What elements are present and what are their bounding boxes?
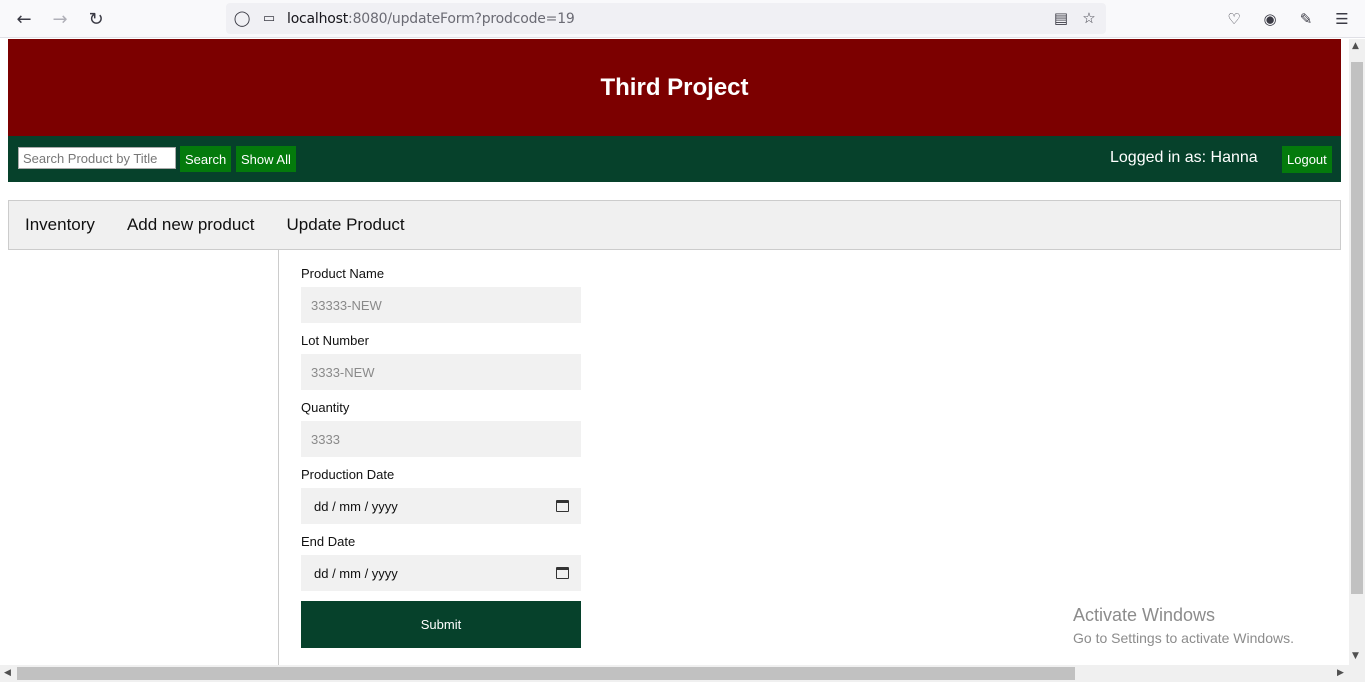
end-date-value: dd / mm / yyyy: [314, 565, 398, 581]
end-date-input[interactable]: dd / mm / yyyy: [301, 555, 581, 591]
back-icon[interactable]: ←: [13, 8, 35, 30]
horizontal-scroll-thumb[interactable]: [17, 667, 1075, 680]
calendar-icon[interactable]: [556, 500, 569, 512]
sidebar: [8, 250, 279, 665]
extensions-icon[interactable]: ✎: [1296, 9, 1316, 29]
end-date-label: End Date: [301, 534, 356, 549]
menu-item-add-product[interactable]: Add new product: [127, 215, 255, 235]
reload-icon[interactable]: ↻: [85, 8, 107, 30]
show-all-button[interactable]: Show All: [236, 146, 296, 172]
url-text[interactable]: localhost:8080/updateForm?prodcode=19: [287, 11, 575, 27]
windows-activation-watermark: Activate Windows Go to Settings to activ…: [1073, 605, 1294, 646]
lot-number-input[interactable]: 3333-NEW: [301, 354, 581, 390]
pocket-icon[interactable]: ♡: [1224, 9, 1244, 29]
product-name-label: Product Name: [301, 266, 385, 281]
menu-item-inventory[interactable]: Inventory: [25, 215, 95, 235]
search-bar: Search Show All Logged in as: Hanna Logo…: [8, 136, 1341, 182]
scroll-left-icon[interactable]: ◀: [4, 668, 11, 678]
production-date-value: dd / mm / yyyy: [314, 498, 398, 514]
logout-button[interactable]: Logout: [1282, 146, 1332, 173]
watermark-title: Activate Windows: [1073, 605, 1216, 625]
menu-icon[interactable]: ☰: [1332, 9, 1352, 29]
scroll-right-icon[interactable]: ▶: [1337, 668, 1344, 678]
calendar-icon[interactable]: [556, 567, 569, 579]
quantity-input[interactable]: 3333: [301, 421, 581, 457]
reader-view-icon[interactable]: ▤: [1051, 8, 1071, 28]
nav-menu: Inventory Add new product Update Product: [8, 200, 1341, 250]
page-viewport: Third Project Search Show All Logged in …: [0, 39, 1349, 665]
logged-in-text: Logged in as: Hanna: [1110, 149, 1258, 166]
watermark-subtitle: Go to Settings to activate Windows.: [1073, 630, 1294, 646]
account-icon[interactable]: ◉: [1260, 9, 1280, 29]
page-title: Third Project: [600, 73, 749, 101]
vertical-scroll-thumb[interactable]: [1351, 62, 1363, 594]
forward-icon[interactable]: →: [49, 8, 71, 30]
site-header: Third Project: [8, 39, 1341, 136]
scroll-down-icon[interactable]: ▼: [1352, 651, 1359, 661]
production-date-label: Production Date: [301, 467, 395, 482]
submit-button[interactable]: Submit: [301, 601, 581, 648]
production-date-input[interactable]: dd / mm / yyyy: [301, 488, 581, 524]
quantity-label: Quantity: [301, 400, 350, 415]
address-bar[interactable]: ◯ ▭ localhost:8080/updateForm?prodcode=1…: [226, 3, 1106, 34]
scroll-up-icon[interactable]: ▲: [1352, 41, 1359, 51]
shield-icon[interactable]: ◯: [232, 8, 252, 28]
browser-toolbar: ← → ↻ ◯ ▭ localhost:8080/updateForm?prod…: [0, 0, 1365, 38]
search-input[interactable]: [18, 147, 176, 169]
bookmark-star-icon[interactable]: ☆: [1079, 8, 1099, 28]
menu-item-update-product[interactable]: Update Product: [287, 215, 405, 235]
search-button[interactable]: Search: [180, 146, 232, 172]
product-name-input[interactable]: 33333-NEW: [301, 287, 581, 323]
lot-number-label: Lot Number: [301, 333, 369, 348]
page-info-icon[interactable]: ▭: [259, 8, 279, 28]
